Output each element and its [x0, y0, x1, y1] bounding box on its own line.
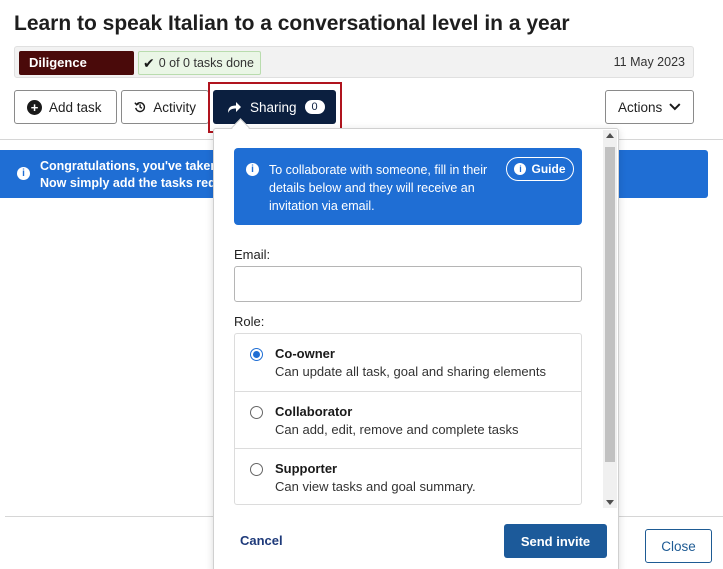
activity-label: Activity [153, 99, 196, 115]
info-icon: i [246, 163, 259, 176]
cancel-link[interactable]: Cancel [240, 533, 283, 548]
role-description: Can add, edit, remove and complete tasks [275, 422, 519, 437]
goal-date: 11 May 2023 [613, 55, 685, 69]
role-name: Collaborator [275, 404, 353, 419]
guide-label: Guide [531, 162, 566, 176]
actions-label: Actions [618, 99, 663, 115]
scroll-down-arrow-icon[interactable] [606, 500, 614, 505]
add-task-button[interactable]: + Add task [14, 90, 117, 124]
page-title: Learn to speak Italian to a conversation… [14, 12, 570, 35]
tasks-done-badge: ✔ 0 of 0 tasks done [138, 51, 261, 75]
sharing-count-badge: 0 [304, 100, 325, 114]
role-description: Can view tasks and goal summary. [275, 479, 476, 494]
share-arrow-icon [228, 101, 241, 113]
goal-meta-bar: Diligence ✔ 0 of 0 tasks done 11 May 202… [14, 46, 694, 78]
role-label: Role: [234, 314, 265, 329]
radio-collaborator[interactable] [250, 406, 263, 419]
add-task-label: Add task [49, 99, 102, 115]
role-options-list: Co-owner Can update all task, goal and s… [234, 333, 582, 505]
collaborate-info-box: i To collaborate with someone, fill in t… [234, 148, 582, 225]
role-name: Co-owner [275, 346, 335, 361]
banner-text: Congratulations, you've taken Now simply… [40, 159, 219, 190]
plus-circle-icon: + [27, 99, 42, 115]
send-invite-button[interactable]: Send invite [504, 524, 607, 558]
radio-co-owner[interactable] [250, 348, 263, 361]
role-option-supporter[interactable]: Supporter Can view tasks and goal summar… [235, 448, 581, 505]
scroll-thumb[interactable] [605, 147, 615, 462]
role-option-co-owner[interactable]: Co-owner Can update all task, goal and s… [235, 334, 581, 391]
sharing-label: Sharing [250, 99, 297, 115]
guide-button[interactable]: i Guide [506, 157, 574, 181]
sharing-button[interactable]: Sharing 0 [213, 90, 336, 124]
popover-scrollbar[interactable] [603, 130, 617, 508]
activity-button[interactable]: Activity [121, 90, 209, 124]
role-description: Can update all task, goal and sharing el… [275, 364, 547, 379]
category-badge: Diligence [19, 51, 134, 75]
info-icon: i [17, 167, 30, 180]
chevron-down-icon [669, 103, 681, 111]
role-option-collaborator[interactable]: Collaborator Can add, edit, remove and c… [235, 391, 581, 448]
role-name: Supporter [275, 461, 338, 476]
info-icon: i [514, 163, 527, 175]
check-icon: ✔ [143, 55, 155, 71]
radio-supporter[interactable] [250, 463, 263, 476]
close-button[interactable]: Close [645, 529, 712, 563]
collaborate-info-text: To collaborate with someone, fill in the… [269, 163, 488, 213]
email-label: Email: [234, 247, 271, 262]
history-icon [134, 102, 146, 113]
scroll-up-arrow-icon[interactable] [606, 133, 614, 138]
email-input[interactable] [234, 266, 582, 302]
actions-dropdown-button[interactable]: Actions [605, 90, 694, 124]
tasks-done-text: 0 of 0 tasks done [158, 56, 254, 70]
